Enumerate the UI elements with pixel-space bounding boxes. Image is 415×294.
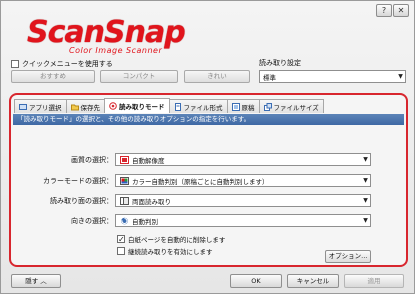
blank-page-removal-toggle[interactable]: 白紙ページを自動的に削除します xyxy=(117,234,225,244)
file-size-icon xyxy=(263,102,272,111)
logo-brand: ScanSnap xyxy=(27,15,186,50)
chevron-up-icon: ︿ xyxy=(40,277,47,285)
scan-side-value: 両面読み取り xyxy=(132,197,171,206)
image-quality-label: 画質の選択： xyxy=(71,156,113,164)
options-button[interactable]: オプション... xyxy=(325,250,371,263)
preset-recommended-button[interactable]: おすすめ xyxy=(11,70,95,83)
hide-button[interactable]: 隠す ︿ xyxy=(11,274,61,288)
tab-label: ファイルサイズ xyxy=(273,103,319,112)
scan-setting-dropdown[interactable]: 標準 ▼ xyxy=(259,70,406,83)
orientation-value: 自動判別 xyxy=(132,217,158,226)
tab-label: ファイル形式 xyxy=(183,103,223,112)
quick-menu-toggle[interactable]: クイックメニューを使用する xyxy=(11,59,113,69)
scan-setting-label: 読み取り設定 xyxy=(259,59,301,67)
tab-file-size[interactable]: ファイルサイズ xyxy=(258,99,324,113)
orientation-dropdown[interactable]: 自動判別 ▼ xyxy=(115,214,371,227)
scan-mode-icon xyxy=(109,102,117,110)
tab-save-location[interactable]: 保存先 xyxy=(65,99,105,113)
preset-fine-button[interactable]: きれい xyxy=(184,70,250,83)
tab-label: アプリ選択 xyxy=(29,103,62,112)
folder-icon xyxy=(70,103,79,111)
settings-panel: アプリ選択 保存先 読み取りモード ファイル形式 原稿 ファイルサイズ 「読み取… xyxy=(9,93,408,267)
document-icon xyxy=(231,102,240,111)
help-button[interactable]: ? xyxy=(376,4,392,17)
continuous-scan-toggle[interactable]: 継続読み取りを有効にします xyxy=(117,246,213,256)
tab-scan-mode[interactable]: 読み取りモード xyxy=(104,98,170,113)
tab-label: 原稿 xyxy=(241,103,255,112)
rotate-icon xyxy=(119,217,129,225)
scan-side-dropdown[interactable]: 両面読み取り ▼ xyxy=(115,194,371,207)
preset-compact-button[interactable]: コンパクト xyxy=(100,70,178,83)
color-mode-value: カラー自動判別（原稿ごとに自動判別します） xyxy=(132,177,269,186)
chevron-down-icon: ▼ xyxy=(363,217,368,224)
tab-label: 保存先 xyxy=(80,103,101,112)
chevron-down-icon: ▼ xyxy=(398,73,403,80)
resolution-icon xyxy=(119,155,129,164)
close-button[interactable]: ✕ xyxy=(393,4,409,17)
color-palette-icon xyxy=(119,176,129,185)
logo-tagline: Color Image Scanner xyxy=(69,46,163,55)
duplex-page-icon xyxy=(119,196,129,205)
scansnap-logo: ScanSnap Color Image Scanner xyxy=(27,15,197,57)
scansnap-settings-window: ? ✕ ScanSnap Color Image Scanner クイックメニュ… xyxy=(0,0,415,294)
cancel-button[interactable]: キャンセル xyxy=(287,274,339,288)
image-quality-value: 自動解像度 xyxy=(132,156,165,165)
app-select-icon xyxy=(19,103,27,111)
title-buttons: ? ✕ xyxy=(376,4,409,17)
blank-page-removal-label: 白紙ページを自動的に削除します xyxy=(128,236,226,244)
hide-button-label: 隠す xyxy=(25,277,39,285)
apply-button[interactable]: 適用 xyxy=(344,274,404,288)
scan-side-label: 読み取り面の選択： xyxy=(50,197,113,205)
color-mode-dropdown[interactable]: カラー自動判別（原稿ごとに自動判別します） ▼ xyxy=(115,174,371,187)
continuous-scan-checkbox[interactable] xyxy=(117,247,125,255)
quick-menu-checkbox[interactable] xyxy=(11,60,19,68)
tab-app-select[interactable]: アプリ選択 xyxy=(14,99,67,113)
tab-description: 「読み取りモード」の選択と、その他の読み取りオプションの指定を行います。 xyxy=(13,114,404,125)
image-quality-dropdown[interactable]: 自動解像度 ▼ xyxy=(115,153,371,166)
quick-menu-label: クイックメニューを使用する xyxy=(22,60,113,68)
settings-tabs: アプリ選択 保存先 読み取りモード ファイル形式 原稿 ファイルサイズ xyxy=(14,98,324,113)
file-format-icon xyxy=(174,102,182,111)
blank-page-removal-checkbox[interactable] xyxy=(117,235,125,243)
tab-document[interactable]: 原稿 xyxy=(226,99,260,113)
chevron-down-icon: ▼ xyxy=(363,156,368,163)
tab-file-format[interactable]: ファイル形式 xyxy=(168,99,228,113)
continuous-scan-label: 継続読み取りを有効にします xyxy=(128,248,213,256)
ok-button[interactable]: OK xyxy=(230,274,282,288)
chevron-down-icon: ▼ xyxy=(363,197,368,204)
orientation-label: 向きの選択： xyxy=(71,217,113,225)
chevron-down-icon: ▼ xyxy=(363,177,368,184)
tab-label: 読み取りモード xyxy=(119,103,165,111)
scan-setting-value: 標準 xyxy=(263,73,276,82)
color-mode-label: カラーモードの選択： xyxy=(43,177,113,185)
